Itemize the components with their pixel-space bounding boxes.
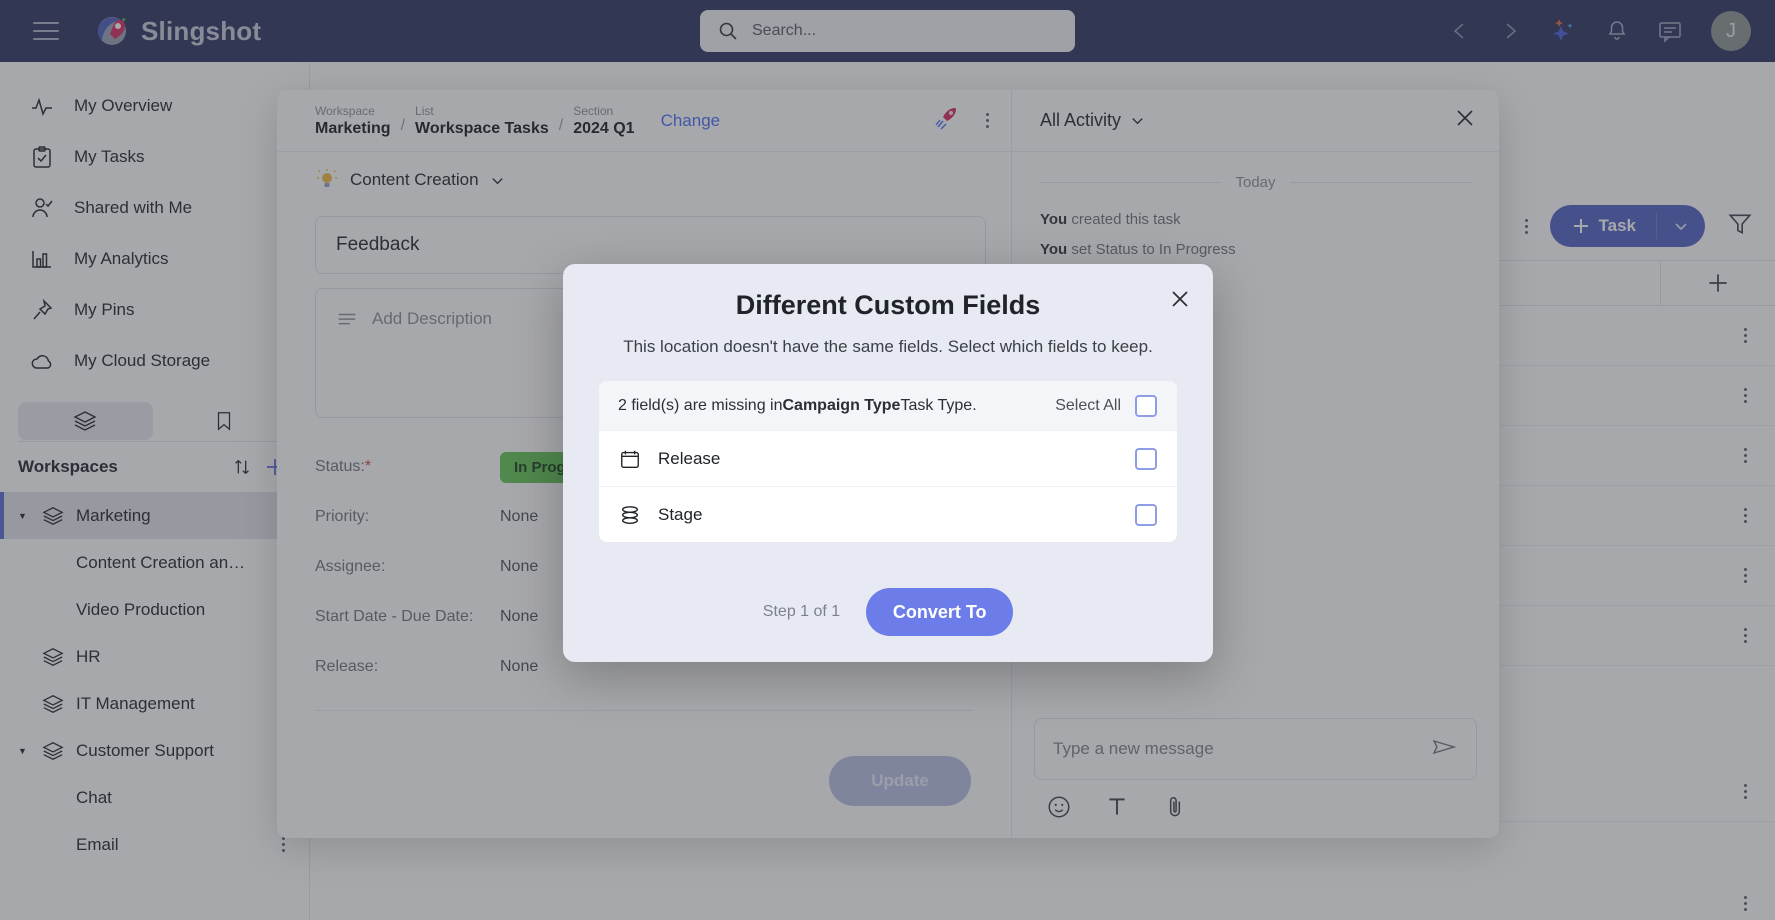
dialog-title: Different Custom Fields — [735, 290, 1041, 320]
missing-fields-card: 2 field(s) are missing in Campaign Type … — [599, 381, 1177, 542]
field-row-stage[interactable]: Stage — [599, 486, 1177, 542]
select-all-checkbox[interactable] — [1135, 394, 1157, 417]
step-indicator: Step 1 of 1 — [762, 603, 841, 620]
stack-icon — [619, 504, 641, 526]
dialog-footer: Step 1 of 1 Convert To — [563, 588, 1213, 636]
calendar-icon — [619, 448, 641, 470]
notice-task-type: Campaign Type — [782, 396, 901, 414]
field-label: Release — [658, 448, 721, 468]
notice-suffix: Task Type. — [900, 396, 977, 414]
different-custom-fields-dialog: Different Custom Fields This location do… — [563, 264, 1213, 662]
convert-to-button[interactable]: Convert To — [866, 588, 1014, 636]
field-checkbox-release[interactable] — [1135, 447, 1157, 470]
missing-fields-notice: 2 field(s) are missing in Campaign Type … — [599, 381, 1177, 430]
field-label: Stage — [658, 504, 703, 524]
field-checkbox-stage[interactable] — [1135, 503, 1157, 526]
dialog-subtitle: This location doesn't have the same fiel… — [623, 337, 1153, 356]
notice-prefix: 2 field(s) are missing in — [618, 396, 783, 414]
select-all-label[interactable]: Select All — [1055, 397, 1121, 415]
field-row-release[interactable]: Release — [599, 430, 1177, 486]
close-icon[interactable] — [1169, 288, 1191, 315]
